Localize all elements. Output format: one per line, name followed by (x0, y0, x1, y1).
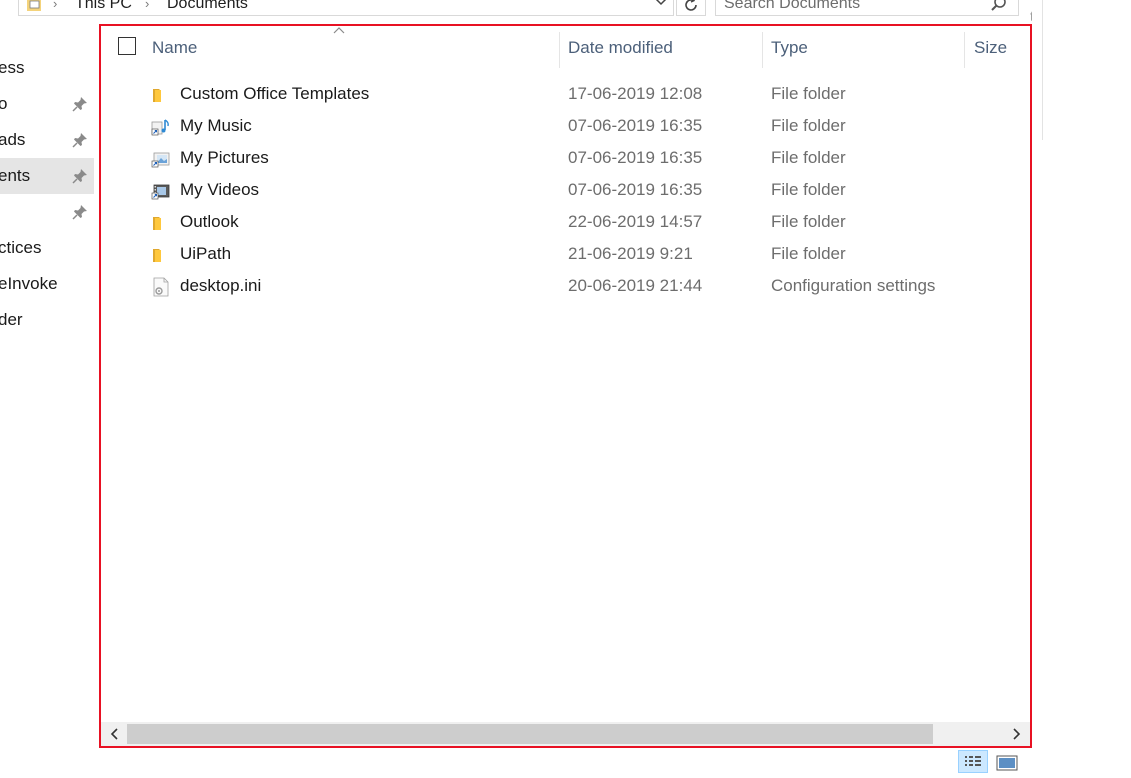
details-view-icon (965, 756, 981, 766)
large-icons-view-icon (996, 755, 1018, 771)
nav-item-invoke[interactable]: eInvoke (0, 266, 94, 302)
refresh-button[interactable] (676, 0, 706, 16)
refresh-icon (685, 0, 697, 11)
breadcrumb-documents[interactable]: Documents (167, 0, 248, 13)
pin-icon (72, 133, 87, 148)
pin-icon (72, 169, 87, 184)
file-date-modified: 07-06-2019 16:35 (568, 148, 703, 167)
file-date-modified: 22-06-2019 14:57 (568, 212, 703, 231)
nav-item-desktop[interactable]: o (0, 86, 94, 122)
nav-item-quick-access[interactable]: ess (0, 50, 94, 86)
column-divider[interactable] (559, 32, 560, 68)
file-row[interactable]: desktop.ini 20-06-2019 21:44 Configurati… (101, 270, 1030, 302)
pictures-shortcut-icon (151, 152, 170, 168)
videos-shortcut-icon (151, 184, 170, 200)
file-date-modified: 07-06-2019 16:35 (568, 180, 703, 199)
file-row[interactable]: My Music 07-06-2019 16:35 File folder (101, 110, 1030, 142)
file-name: My Music (180, 116, 252, 135)
nav-item-pictures[interactable] (0, 194, 94, 230)
file-date-modified: 21-06-2019 9:21 (568, 244, 693, 263)
file-name: Outlook (180, 212, 239, 231)
file-list-pane: Name Date modified Type Size Custom Offi… (99, 24, 1032, 748)
folder-icon (153, 217, 161, 230)
select-all-checkbox[interactable] (118, 37, 136, 55)
file-name: My Videos (180, 180, 260, 199)
settings-file-icon (153, 277, 169, 297)
scroll-left-icon[interactable] (107, 726, 123, 742)
file-date-modified: 07-06-2019 16:35 (568, 116, 703, 135)
window-edge (1032, 0, 1043, 140)
scrollbar-thumb[interactable] (127, 724, 933, 744)
column-header-row: Name Date modified Type Size (101, 26, 1030, 70)
search-box[interactable] (715, 0, 1019, 16)
nav-item-label: ents (0, 166, 31, 185)
file-date-modified: 17-06-2019 12:08 (568, 84, 703, 103)
file-name: desktop.ini (180, 276, 262, 295)
column-divider[interactable] (964, 32, 965, 68)
nav-item-downloads[interactable]: ads (0, 122, 94, 158)
details-view-button[interactable] (958, 750, 988, 773)
folder-icon (153, 249, 161, 262)
nav-item-label: ess (0, 58, 25, 77)
nav-item-documents[interactable]: ents (0, 158, 94, 194)
file-date-modified: 20-06-2019 21:44 (568, 276, 703, 295)
file-name: My Pictures (180, 148, 269, 167)
this-pc-icon (27, 0, 41, 11)
file-type: File folder (771, 148, 846, 167)
large-icons-view-button[interactable] (992, 750, 1022, 773)
breadcrumb-this-pc[interactable]: This PC (75, 0, 132, 13)
chevron-right-icon: › (53, 0, 58, 11)
file-name: UiPath (180, 244, 232, 263)
file-type: Configuration settings (771, 276, 936, 295)
nav-item-label: o (0, 94, 8, 113)
file-row[interactable]: Custom Office Templates 17-06-2019 12:08… (101, 78, 1030, 110)
nav-item-folder[interactable]: der (0, 302, 94, 338)
column-header-name[interactable]: Name (152, 26, 197, 70)
file-type: File folder (771, 84, 846, 103)
file-name: Custom Office Templates (180, 84, 370, 103)
nav-item-label: der (0, 310, 23, 329)
search-icon[interactable] (990, 0, 1008, 13)
pin-icon (72, 205, 87, 220)
file-row[interactable]: My Videos 07-06-2019 16:35 File folder (101, 174, 1030, 206)
file-row[interactable]: UiPath 21-06-2019 9:21 File folder (101, 238, 1030, 270)
column-header-date-modified[interactable]: Date modified (568, 26, 673, 70)
column-header-size[interactable]: Size (974, 26, 1007, 70)
horizontal-scrollbar[interactable] (101, 722, 1030, 746)
chevron-right-icon: › (145, 0, 150, 11)
column-divider[interactable] (762, 32, 763, 68)
pin-icon (72, 97, 87, 112)
sort-ascending-icon (333, 27, 345, 34)
file-row[interactable]: Outlook 22-06-2019 14:57 File folder (101, 206, 1030, 238)
file-type: File folder (771, 212, 846, 231)
file-type: File folder (771, 244, 846, 263)
navigation-pane: ess o ads ents ctices eInvoke der (0, 50, 100, 350)
file-type: File folder (771, 116, 846, 135)
scroll-right-icon[interactable] (1008, 726, 1024, 742)
search-input[interactable] (724, 0, 974, 13)
file-row[interactable]: My Pictures 07-06-2019 16:35 File folder (101, 142, 1030, 174)
music-shortcut-icon (151, 119, 169, 136)
chevron-down-icon[interactable] (655, 0, 667, 7)
file-type: File folder (771, 180, 846, 199)
nav-item-label: ads (0, 130, 26, 149)
column-header-type[interactable]: Type (771, 26, 808, 70)
nav-item-label: ctices (0, 238, 42, 257)
nav-item-label: eInvoke (0, 274, 58, 293)
nav-item-best-practices[interactable]: ctices (0, 230, 94, 266)
folder-icon (153, 89, 161, 102)
address-bar[interactable]: › This PC › Documents (18, 0, 674, 16)
